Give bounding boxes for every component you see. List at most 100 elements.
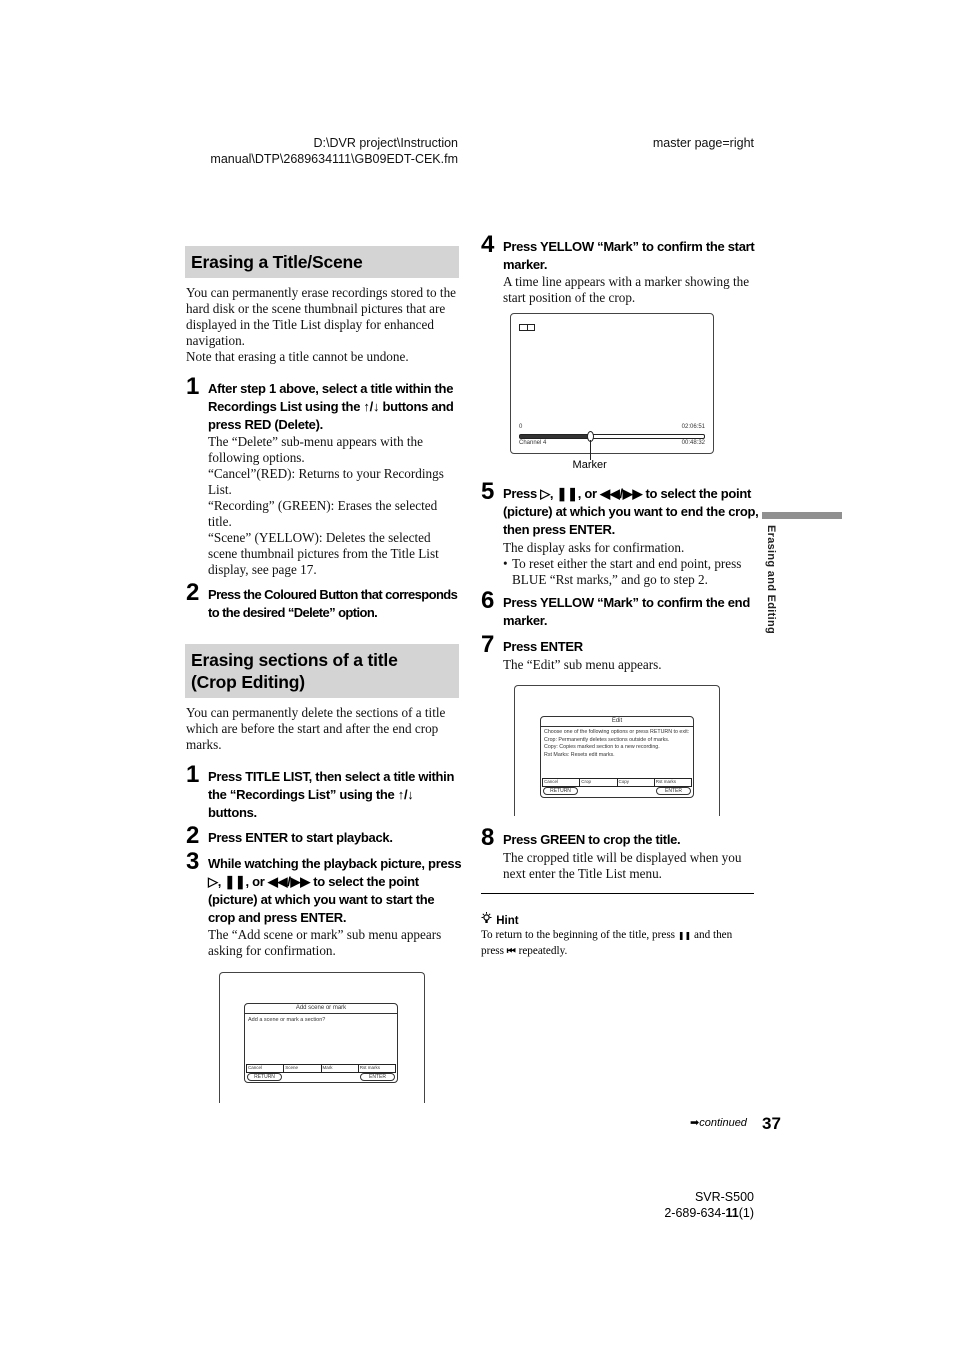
tv-screen-edit: Edit Choose one of the following options… <box>514 685 720 816</box>
step-heading: After step 1 above, select a title withi… <box>208 381 454 432</box>
step-body: A time line appears with a marker showin… <box>503 274 750 305</box>
green-button[interactable]: Crop <box>580 779 618 786</box>
step-heading: Press the Coloured Button that correspon… <box>208 587 458 620</box>
dialog-message: Add a scene or mark a section? <box>248 1017 326 1023</box>
intro-text: You can permanently erase recordings sto… <box>186 285 457 348</box>
bullet-text: To reset either the start and end point,… <box>512 556 742 587</box>
dialog-line: Crop: Permanently deletes sections outsi… <box>544 736 670 743</box>
body-line: “Scene” (YELLOW): Deletes the selected s… <box>208 530 439 577</box>
step-heading: Press TITLE LIST, then select a title wi… <box>208 769 455 820</box>
yellow-button[interactable]: Copy <box>618 779 655 786</box>
step-number: 2 <box>186 822 200 849</box>
side-tab-label: Erasing and Editing <box>765 525 777 634</box>
file-path: D:\DVR project\Instruction manual\DTP\26… <box>190 135 458 167</box>
tv-screen-timeline: 0 02:06:51 Channel 4 00:48:32 <box>510 313 714 454</box>
yellow-button[interactable]: Mark <box>322 1065 359 1072</box>
timeline-total: 02:06:51 <box>681 424 705 430</box>
file-path-line1: D:\DVR project\Instruction <box>313 136 459 150</box>
bullet-item: • To reset either the start and end poin… <box>503 556 755 588</box>
pause-icon: ❚❚ <box>677 931 692 940</box>
hint-heading: Hint <box>481 912 519 927</box>
color-button-row: Cancel Scene Mark Rst marks <box>246 1064 396 1073</box>
step-number: 5 <box>481 478 495 505</box>
dialog-message: Choose one of the following options or p… <box>541 727 693 761</box>
channel-label: Channel 4 <box>519 440 547 446</box>
section-title-erasing: Erasing a Title/Scene <box>185 246 459 278</box>
body-line: “Recording” (GREEN): Erases the selected… <box>208 498 438 529</box>
side-tab-bar <box>762 512 842 519</box>
timeline-progress <box>520 435 590 438</box>
step-body: The “Edit” sub menu appears. <box>503 657 662 672</box>
add-mark-dialog: Add scene or mark Add a scene or mark a … <box>244 1003 398 1083</box>
return-button[interactable]: RETURN <box>543 787 578 795</box>
step-number: 1 <box>186 373 200 400</box>
title-line: (Crop Editing) <box>191 672 305 692</box>
hint-text-part: To return to the beginning of the title,… <box>481 929 678 941</box>
title-line: Erasing sections of a title <box>191 650 398 670</box>
hint-text: To return to the beginning of the title,… <box>481 928 756 959</box>
step-number: 2 <box>186 579 200 606</box>
dialog-title: Add scene or mark <box>245 1004 397 1014</box>
step-body: The cropped title will be displayed when… <box>503 850 742 881</box>
note-text: Note that erasing a title cannot be undo… <box>186 349 409 364</box>
edit-dialog: Edit Choose one of the following options… <box>540 716 694 798</box>
dialog-line: Rst Marks: Resets edit marks. <box>544 751 615 758</box>
step-body: The “Delete” sub-menu appears with the f… <box>208 434 458 578</box>
page-number: 37 <box>762 1114 781 1133</box>
section2-intro: You can permanently delete the sections … <box>186 705 446 752</box>
step-heading: Press GREEN to crop the title. <box>503 832 681 847</box>
timeline-track[interactable] <box>519 431 705 442</box>
dialog-title: Edit <box>541 717 693 727</box>
body-line: “Cancel”(RED): Returns to your Recording… <box>208 466 444 497</box>
dialog-line: Choose one of the following options or p… <box>544 729 690 735</box>
doc-code-prefix: 2-689-634- <box>664 1206 726 1220</box>
red-button[interactable]: Cancel <box>247 1065 285 1072</box>
body-line: The display asks for confirmation. <box>503 540 685 555</box>
dialog-line: Copy: Copies marked section to a new rec… <box>544 744 660 751</box>
blue-button[interactable]: Rst marks <box>359 1065 395 1072</box>
hint-label: Hint <box>496 915 519 927</box>
marker-callout-line <box>589 440 591 460</box>
doc-code-suffix: (1) <box>738 1206 754 1220</box>
step-number: 3 <box>186 848 200 875</box>
pause-indicator-icon <box>519 324 535 331</box>
step-heading: Press YELLOW “Mark” to confirm the end m… <box>503 595 750 628</box>
color-button-row: Cancel Crop Copy Rst marks <box>542 778 692 787</box>
tv-screen-add-mark: Add scene or mark Add a scene or mark a … <box>219 972 425 1103</box>
step-number: 1 <box>186 761 200 788</box>
footer-codes: SVR-S500 2-689-634-11(1) <box>600 1189 754 1221</box>
section1-intro: You can permanently erase recordings sto… <box>186 285 461 365</box>
return-button[interactable]: RETURN <box>247 1073 282 1081</box>
green-button[interactable]: Scene <box>284 1065 322 1072</box>
arrow-right-icon: ➡ <box>690 1117 700 1129</box>
master-page-label: master page=right <box>652 136 754 150</box>
step-number: 6 <box>481 587 495 614</box>
model-number: SVR-S500 <box>694 1190 754 1204</box>
file-path-line2: manual\DTP\2689634111\GB09EDT-CEK.fm <box>210 152 458 166</box>
step-heading: Press ENTER to start playback. <box>208 830 393 845</box>
red-button[interactable]: Cancel <box>543 779 581 786</box>
step-number: 8 <box>481 824 495 851</box>
marker-callout-label: Marker <box>572 459 607 471</box>
section-title-crop: Erasing sections of a title (Crop Editin… <box>185 644 459 698</box>
step-number: 7 <box>481 631 495 658</box>
step-number: 4 <box>481 231 495 258</box>
lightbulb-icon <box>481 912 493 927</box>
previous-icon: ⏮ <box>506 945 516 957</box>
step-body: The display asks for confirmation. • To … <box>503 540 755 588</box>
divider <box>481 893 754 894</box>
step-heading: While watching the playback picture, pre… <box>208 856 462 925</box>
body-line: The “Delete” sub-menu appears with the f… <box>208 434 423 465</box>
current-time: 00:48:32 <box>681 440 705 446</box>
step-heading: Press YELLOW “Mark” to confirm the start… <box>503 239 755 272</box>
bullet-icon: • <box>503 556 508 571</box>
step-heading: Press ENTER <box>503 639 583 654</box>
doc-code-bold: 11 <box>725 1206 739 1220</box>
enter-button[interactable]: ENTER <box>656 787 691 795</box>
blue-button[interactable]: Rst marks <box>655 779 691 786</box>
continued-text: continued <box>699 1117 747 1129</box>
enter-button[interactable]: ENTER <box>360 1073 395 1081</box>
continued-label: ➡continued <box>690 1116 747 1129</box>
hint-text-part: repeatedly. <box>515 944 568 957</box>
step-heading: Press ▷, ❚❚, or ◀◀/▶▶ to select the poin… <box>503 486 759 537</box>
